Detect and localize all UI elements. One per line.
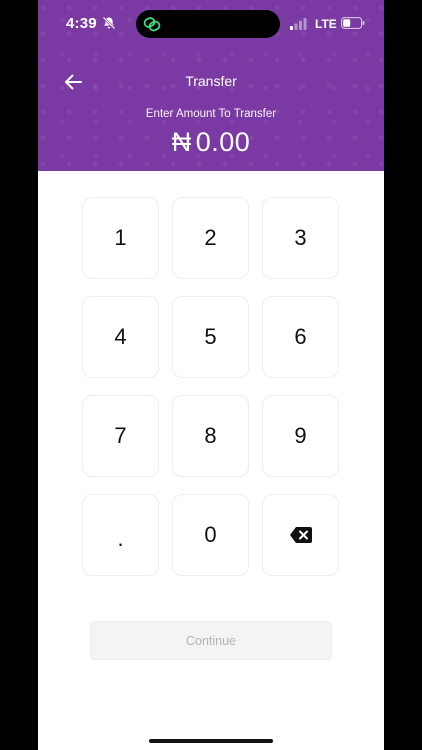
status-time: 4:39	[66, 15, 97, 32]
key-8[interactable]: 8	[172, 395, 249, 477]
key-decimal[interactable]: .	[82, 494, 159, 576]
key-label: 7	[114, 423, 127, 448]
key-0[interactable]: 0	[172, 494, 249, 576]
transfer-header: 4:39 LTE Transfer Enter Amount To Transf…	[38, 0, 384, 171]
key-label: 8	[204, 423, 217, 448]
key-6[interactable]: 6	[262, 296, 339, 378]
phone-screen: 4:39 LTE Transfer Enter Amount To Transf…	[38, 0, 384, 750]
home-indicator	[149, 739, 273, 743]
key-1[interactable]: 1	[82, 197, 159, 279]
signal-icon	[290, 18, 307, 30]
dynamic-island	[136, 10, 280, 38]
key-label: 3	[294, 225, 307, 250]
status-bar: 4:39 LTE	[38, 0, 384, 46]
key-label: 1	[114, 225, 127, 250]
page-title: Transfer	[185, 73, 237, 89]
key-label: 9	[294, 423, 307, 448]
amount-value: 0.00	[195, 127, 251, 157]
battery-icon	[341, 17, 365, 29]
network-label: LTE	[315, 17, 337, 31]
key-label: 2	[204, 225, 217, 250]
currency-symbol: ₦	[171, 127, 192, 157]
amount-prompt: Enter Amount To Transfer	[145, 108, 277, 120]
bell-mute-icon	[102, 16, 116, 30]
key-4[interactable]: 4	[82, 296, 159, 378]
key-label: .	[117, 526, 124, 551]
backspace-key[interactable]	[262, 494, 339, 576]
key-label: 4	[114, 324, 127, 349]
key-5[interactable]: 5	[172, 296, 249, 378]
key-2[interactable]: 2	[172, 197, 249, 279]
continue-button[interactable]: Continue	[90, 621, 332, 660]
link-icon	[143, 17, 161, 32]
backspace-icon	[289, 527, 312, 543]
key-9[interactable]: 9	[262, 395, 339, 477]
amount-display: ₦ 0.00	[38, 127, 384, 158]
key-label: 0	[204, 522, 217, 547]
key-7[interactable]: 7	[82, 395, 159, 477]
key-label: 6	[294, 324, 307, 349]
numeric-keypad: 1 2 3 4 5 6 7 8 9 . 0	[82, 197, 340, 576]
nav-bar: Transfer	[38, 64, 384, 98]
key-label: 5	[204, 324, 217, 349]
key-3[interactable]: 3	[262, 197, 339, 279]
